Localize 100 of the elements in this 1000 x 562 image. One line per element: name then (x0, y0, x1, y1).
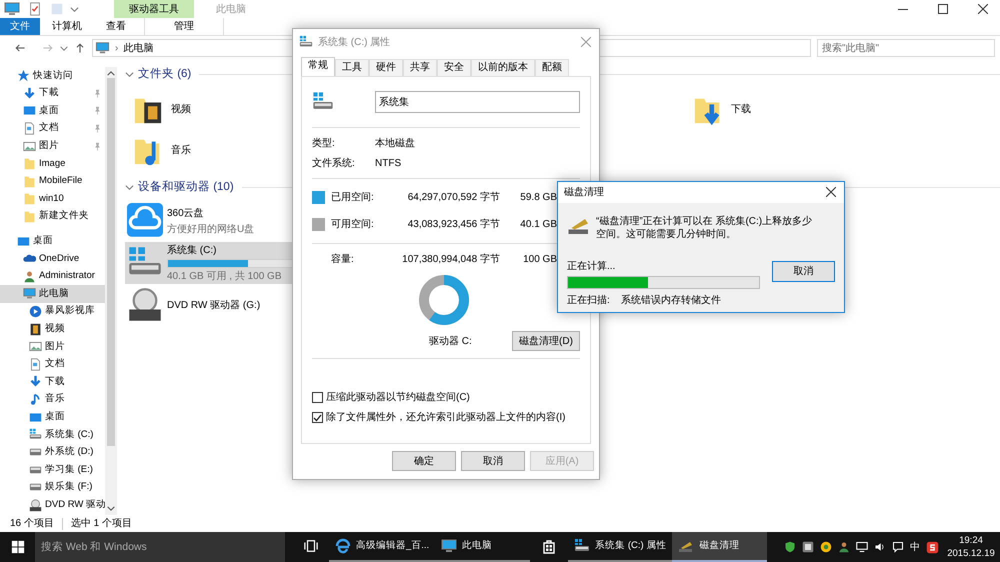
disk-cleanup-button[interactable]: 磁盘清理(D) (512, 331, 580, 351)
shield-icon[interactable] (784, 541, 796, 553)
document-icon (23, 122, 36, 136)
nav-item[interactable]: Image (0, 154, 105, 173)
chevron-icon[interactable] (70, 6, 79, 12)
media-library-icon (29, 305, 42, 318)
folder-item[interactable]: 音乐 (125, 130, 197, 171)
nav-item[interactable]: MobileFile (0, 172, 105, 190)
sogou-icon[interactable] (926, 540, 939, 554)
desktop-icon (29, 410, 42, 424)
nav-item[interactable]: OneDrive (0, 250, 105, 268)
dialog-button[interactable]: 取消 (461, 451, 525, 471)
app-icon[interactable] (820, 541, 832, 553)
nav-item[interactable]: 娱乐集 (F:) (0, 478, 105, 496)
close-icon[interactable] (978, 4, 988, 14)
nav-item[interactable]: 桌面 (0, 232, 105, 250)
computer-icon (441, 538, 458, 554)
nav-item[interactable]: 视频 (0, 320, 105, 338)
dialog-button[interactable]: 确定 (392, 451, 456, 471)
checklist-icon[interactable] (28, 2, 42, 16)
folder-item[interactable]: 下载 (685, 89, 757, 130)
nav-item[interactable]: 文档 (0, 356, 105, 374)
tab[interactable]: 以前的版本 (471, 59, 535, 76)
nav-item[interactable]: 下载 (0, 373, 105, 391)
ribbon-tab[interactable]: 计算机 (40, 18, 94, 35)
tab[interactable]: 安全 (437, 59, 471, 76)
nav-item[interactable]: 桌面 (0, 102, 105, 120)
nav-item[interactable]: 快速访问 (0, 67, 105, 85)
nav-item[interactable]: 音乐 (0, 390, 105, 408)
field-value: NTFS (375, 156, 402, 170)
dvd-drive-icon (29, 498, 42, 512)
download-arrow-icon (23, 86, 36, 100)
nav-item[interactable]: 此电脑 (0, 285, 105, 303)
taskbar-button[interactable]: 此电脑 (435, 532, 530, 562)
ribbon-tab[interactable]: 管理 (144, 18, 224, 35)
field-label: 文件系统: (312, 156, 356, 170)
size-value: 40.1 GB (519, 218, 557, 232)
ribbon-tab[interactable]: 文件 (0, 18, 40, 35)
tab[interactable]: 共享 (403, 59, 437, 76)
up-arrow-icon[interactable] (74, 42, 86, 54)
nav-item[interactable]: 新建文件夹 (0, 208, 105, 226)
scrollbar[interactable] (105, 67, 117, 515)
message-icon[interactable] (892, 541, 904, 553)
chevron-icon[interactable] (125, 185, 134, 190)
nav-item[interactable]: 下載 (0, 84, 105, 102)
nav-item[interactable]: 图片 (0, 338, 105, 356)
nav-item[interactable]: 暴风影视库 (0, 302, 105, 320)
cloud-app-icon (127, 203, 163, 239)
breadcrumb-separator: › (115, 42, 118, 56)
ribbon-tab[interactable]: 查看 (94, 18, 138, 35)
section-header[interactable]: 设备和驱动器 (10) (138, 178, 234, 196)
section-header[interactable]: 文件夹 (6) (138, 66, 192, 84)
nav-item[interactable]: 桌面 (0, 408, 105, 426)
user-icon[interactable] (838, 541, 850, 553)
clock[interactable]: 19:24 2015.12.19 (945, 534, 997, 560)
folder-item[interactable]: 视频 (125, 89, 197, 130)
hard-drive-icon (29, 466, 42, 474)
dvd-drive-icon (127, 287, 163, 323)
speaker-icon[interactable] (874, 541, 886, 553)
nav-item[interactable]: 文档 (0, 120, 105, 138)
taskbar-search-field[interactable]: 搜索 Web 和 Windows (35, 532, 285, 562)
input-method-indicator[interactable]: 中 (910, 540, 920, 554)
search-field[interactable]: 搜索"此电脑" (817, 39, 995, 57)
status-text: 选中 1 个项目 (70, 516, 132, 531)
nav-item[interactable]: win10 (0, 190, 105, 208)
nav-item[interactable]: 学习集 (E:) (0, 461, 105, 479)
hard-drive-icon (29, 483, 42, 492)
minimize-icon[interactable] (898, 8, 908, 10)
nav-item[interactable]: DVD RW 驱动 (0, 496, 105, 514)
message-text: “磁盘清理”正在计算可以在 系统集(C:)上释放多少空间。这可能需要几分钟时间。 (596, 214, 814, 242)
tab[interactable]: 常规 (301, 57, 335, 76)
computer-icon[interactable] (4, 1, 20, 17)
field-label: 已用空间: (331, 190, 375, 205)
user-icon (23, 270, 36, 283)
back-arrow-icon[interactable] (14, 42, 26, 54)
taskbar-button[interactable]: 高级编辑器_百... (329, 532, 436, 562)
app-icon[interactable] (802, 541, 814, 553)
cancel-button[interactable]: 取消 (772, 260, 835, 282)
breadcrumb-item[interactable]: 此电脑 (123, 40, 154, 56)
nav-item[interactable]: 系统集 (C:) (0, 426, 105, 444)
close-icon[interactable] (826, 187, 836, 198)
chevron-icon[interactable] (60, 46, 68, 50)
byte-count: 64,297,070,592 字节 (406, 190, 500, 205)
drive-item[interactable]: DVD RW 驱动器 (G:) (125, 284, 385, 326)
start-button[interactable] (10, 540, 24, 554)
monitor-icon[interactable] (856, 541, 868, 553)
nav-item[interactable]: Administrator (0, 268, 105, 286)
drive-label: 驱动器 C: (429, 334, 472, 348)
checkbox[interactable] (312, 392, 323, 402)
nav-item[interactable]: 外系统 (D:) (0, 443, 105, 462)
name-field[interactable]: 系统集 (375, 91, 580, 113)
taskbar-button[interactable]: 磁盘清理 (672, 532, 768, 562)
tab[interactable]: 硬件 (369, 59, 403, 76)
byte-count: 107,380,994,048 字节 (401, 252, 500, 266)
checkbox[interactable] (312, 412, 323, 422)
tab[interactable]: 配额 (535, 59, 569, 76)
nav-item[interactable]: 图片 (0, 137, 105, 155)
maximize-icon[interactable] (938, 4, 948, 14)
chevron-icon[interactable] (125, 72, 134, 77)
tab[interactable]: 工具 (335, 59, 369, 76)
